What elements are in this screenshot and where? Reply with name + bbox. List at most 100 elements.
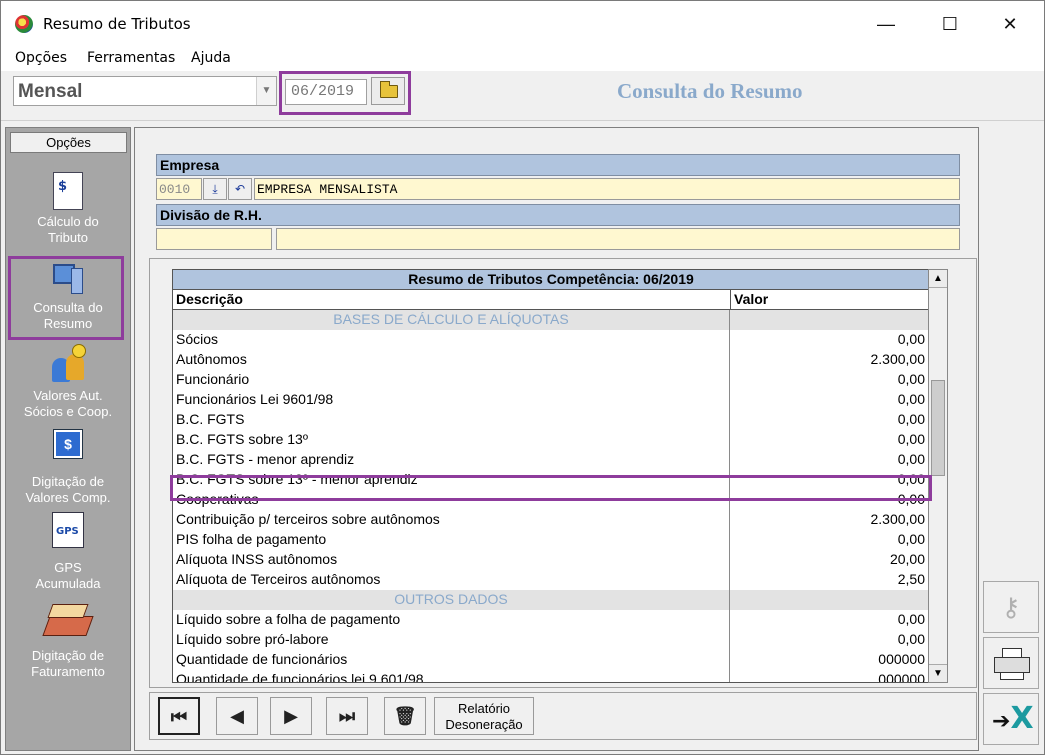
empresa-name-field[interactable]: EMPRESA MENSALISTA xyxy=(254,178,960,200)
empresa-code-input[interactable]: 0010 xyxy=(156,178,202,200)
scroll-up-icon[interactable]: ▲ xyxy=(929,270,947,288)
competencia-input[interactable]: 06/2019 xyxy=(285,79,367,105)
section-row[interactable]: BASES DE CÁLCULO E ALÍQUOTAS xyxy=(173,310,929,330)
first-record-button[interactable]: ⏮ xyxy=(158,697,200,735)
close-button[interactable]: ✕ xyxy=(987,7,1033,41)
table-row[interactable]: Alíquota de Terceiros autônomos 2,50 xyxy=(173,570,929,590)
cell-descricao: Líquido sobre a folha de pagamento xyxy=(173,610,730,630)
scroll-thumb[interactable] xyxy=(931,380,945,476)
gps-doc-icon: GPS xyxy=(52,512,84,548)
cell-valor: 0,00 xyxy=(897,451,925,467)
exit-button[interactable]: ➔X xyxy=(983,693,1039,745)
divisao-label: Divisão de R.H. xyxy=(156,204,960,226)
window-title: Resumo de Tributos xyxy=(43,15,191,33)
people-money-icon xyxy=(48,344,88,384)
undo-icon[interactable]: ↶ xyxy=(228,178,252,200)
cell-valor: 0,00 xyxy=(897,611,925,627)
sidebar-item-label: Valores Aut. xyxy=(33,388,103,403)
scroll-down-icon[interactable]: ▼ xyxy=(929,664,947,682)
period-type-select[interactable]: Mensal ▼ xyxy=(13,76,277,106)
key-button[interactable]: ⚷ xyxy=(983,581,1039,633)
cell-descricao: B.C. FGTS sobre 13º xyxy=(173,430,730,450)
divisao-code-input[interactable] xyxy=(156,228,272,250)
menu-ferramentas[interactable]: Ferramentas xyxy=(87,50,175,66)
main-panel: Empresa 0010 ⤓ ↶ EMPRESA MENSALISTA Divi… xyxy=(134,127,979,751)
sidebar-item-valores-aut[interactable]: Valores Aut. Sócios e Coop. xyxy=(6,344,130,420)
grid-title: Resumo de Tributos Competência: 06/2019 xyxy=(173,270,929,290)
cell-descricao: BASES DE CÁLCULO E ALÍQUOTAS xyxy=(173,310,730,330)
app-logo-icon xyxy=(15,15,33,33)
table-row[interactable]: Funcionário 0,00 xyxy=(173,370,929,390)
sidebar-item-consulta-resumo[interactable]: Consulta do Resumo xyxy=(6,262,130,332)
sidebar-item-label: Valores Comp. xyxy=(25,490,111,505)
sidebar-item-label: Digitação de xyxy=(31,474,105,489)
open-folder-button[interactable] xyxy=(371,77,405,105)
exit-icon: ➔X xyxy=(992,701,1034,736)
sidebar-item-gps-acumulada[interactable]: GPS GPS Acumulada xyxy=(6,512,130,592)
minimize-button[interactable]: — xyxy=(863,7,909,41)
download-arrow-icon[interactable]: ⤓ xyxy=(203,178,227,200)
cell-valor: 0,00 xyxy=(897,631,925,647)
cell-valor: 0,00 xyxy=(897,431,925,447)
sidebar-item-digitacao-faturamento[interactable]: Digitação de Faturamento xyxy=(6,604,130,680)
cell-descricao: PIS folha de pagamento xyxy=(173,530,730,550)
table-row[interactable]: B.C. FGTS 0,00 xyxy=(173,410,929,430)
table-row[interactable]: Contribuição p/ terceiros sobre autônomo… xyxy=(173,510,929,530)
sidebar-item-label: Acumulada xyxy=(35,576,101,591)
sidebar-item-label: Consulta do xyxy=(33,300,103,315)
maximize-button[interactable]: ☐ xyxy=(927,7,973,41)
trash-button[interactable]: 🗑 xyxy=(384,697,426,735)
sidebar-item-calculo-tributo[interactable]: $ Cálculo do Tributo xyxy=(6,172,130,246)
table-row[interactable]: Quantidade de funcionários lei 9.601/98 0… xyxy=(173,670,929,683)
table-row[interactable]: PIS folha de pagamento 0,00 xyxy=(173,530,929,550)
cell-valor: 0,00 xyxy=(897,331,925,347)
table-row[interactable]: Líquido sobre pró-labore 0,00 xyxy=(173,630,929,650)
scanner-icon xyxy=(42,604,94,638)
cell-descricao: Funcionário xyxy=(173,370,730,390)
menu-ajuda[interactable]: Ajuda xyxy=(191,50,231,66)
calculation-doc-icon: $ xyxy=(53,172,83,210)
table-row[interactable]: Líquido sobre a folha de pagamento 0,00 xyxy=(173,610,929,630)
column-header-descricao[interactable]: Descrição xyxy=(173,290,731,310)
table-row[interactable]: Quantidade de funcionários 000000 xyxy=(173,650,929,670)
table-row[interactable]: Alíquota INSS autônomos 20,00 xyxy=(173,550,929,570)
divisao-name-field[interactable] xyxy=(276,228,960,250)
sidebar-item-digitacao-valores[interactable]: $ Digitação de Valores Comp. xyxy=(6,429,130,506)
key-disabled-icon: ⚷ xyxy=(1001,592,1021,622)
table-row[interactable]: B.C. FGTS - menor aprendiz 0,00 xyxy=(173,450,929,470)
sidebar-item-label: Cálculo do xyxy=(37,214,99,229)
period-type-value: Mensal xyxy=(18,81,83,102)
cell-valor: 2.300,00 xyxy=(870,351,926,367)
section-row[interactable]: OUTROS DADOS xyxy=(173,590,929,610)
chevron-down-icon[interactable]: ▼ xyxy=(256,77,276,105)
relatorio-desoneracao-button[interactable]: Relatório Desoneração xyxy=(434,697,534,735)
sidebar-header: Opções xyxy=(10,132,127,153)
sidebar-item-label: Sócios e Coop. xyxy=(23,404,113,419)
column-header-valor[interactable]: Valor xyxy=(731,290,929,310)
next-record-button[interactable]: ▶ xyxy=(270,697,312,735)
trash-icon: 🗑 xyxy=(393,706,417,726)
cell-valor xyxy=(730,590,928,610)
app-window: Resumo de Tributos — ☐ ✕ Opções Ferramen… xyxy=(0,0,1045,755)
cell-valor: 000000 xyxy=(878,671,925,683)
table-row[interactable]: Autônomos 2.300,00 xyxy=(173,350,929,370)
title-bar: Resumo de Tributos — ☐ ✕ xyxy=(1,1,1044,47)
prev-record-button[interactable]: ◀ xyxy=(216,697,258,735)
last-record-button[interactable]: ⏭ xyxy=(326,697,368,735)
table-row[interactable]: Funcionários Lei 9601/98 0,00 xyxy=(173,390,929,410)
cell-valor: 2.300,00 xyxy=(870,511,926,527)
table-row[interactable]: B.C. FGTS sobre 13º 0,00 xyxy=(173,430,929,450)
summary-grid-container: Resumo de Tributos Competência: 06/2019 … xyxy=(149,258,977,688)
cell-descricao: Quantidade de funcionários xyxy=(173,650,730,670)
record-nav-bar: ⏮ ◀ ▶ ⏭ 🗑 Relatório Desoneração xyxy=(149,692,977,740)
menu-opcoes[interactable]: Opções xyxy=(15,50,67,66)
autonomos-row-highlight xyxy=(170,475,932,501)
print-button[interactable] xyxy=(983,637,1039,689)
dollar-box-icon: $ xyxy=(53,429,83,459)
sidebar-item-label: Digitação de xyxy=(31,648,105,663)
desoneracao-label: Desoneração xyxy=(445,717,523,732)
page-title: Consulta do Resumo xyxy=(617,79,803,103)
cell-descricao: Sócios xyxy=(173,330,730,350)
cell-valor: 0,00 xyxy=(897,371,925,387)
table-row[interactable]: Sócios 0,00 xyxy=(173,330,929,350)
